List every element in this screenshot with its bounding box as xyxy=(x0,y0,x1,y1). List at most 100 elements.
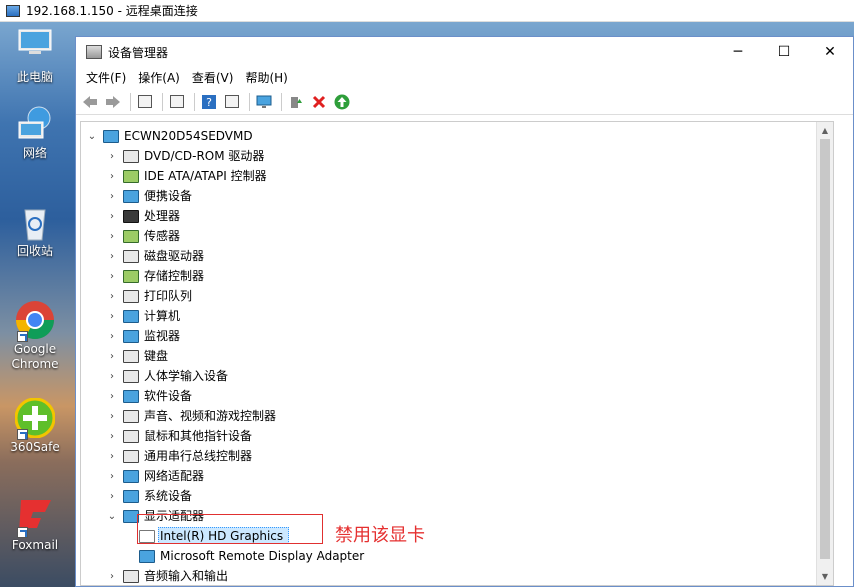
chevron-right-icon[interactable]: › xyxy=(107,311,117,322)
sensor-icon xyxy=(123,229,139,243)
menu-view[interactable]: 查看(V) xyxy=(186,67,240,89)
scroll-up-icon[interactable]: ▲ xyxy=(817,122,833,139)
desktop-icon-360safe[interactable]: 360Safe xyxy=(6,397,64,455)
audio-icon xyxy=(123,569,139,583)
back-button[interactable] xyxy=(80,92,100,112)
help-icon: ? xyxy=(202,94,216,109)
window-title-bar[interactable]: 设备管理器 ─ ☐ ✕ xyxy=(76,37,853,67)
tree-item-processors[interactable]: › 处理器 xyxy=(107,206,180,226)
tree-item-mice[interactable]: › 鼠标和其他指针设备 xyxy=(107,426,252,446)
tree-root-label: ECWN20D54SEDVMD xyxy=(124,129,253,143)
close-button[interactable]: ✕ xyxy=(807,37,853,67)
forward-button[interactable] xyxy=(103,92,123,112)
arrow-left-icon xyxy=(83,95,97,108)
chevron-right-icon[interactable]: › xyxy=(107,411,117,422)
chevron-right-icon[interactable]: › xyxy=(107,171,117,182)
toolbar-separator xyxy=(249,92,250,111)
tree-item-microsoft-remote-display-adapter[interactable]: Microsoft Remote Display Adapter xyxy=(139,546,364,566)
tree-item-network-adapters[interactable]: › 网络适配器 xyxy=(107,466,204,486)
chevron-right-icon[interactable]: › xyxy=(107,391,117,402)
tree-item-audio-inputs-outputs[interactable]: › 音频输入和输出 xyxy=(107,566,228,585)
shortcut-arrow-icon xyxy=(17,331,28,342)
chevron-right-icon[interactable]: › xyxy=(107,291,117,302)
scrollbar-thumb[interactable] xyxy=(820,139,830,559)
tree-item-sensors[interactable]: › 传感器 xyxy=(107,226,180,246)
tree-item-disk-drives[interactable]: › 磁盘驱动器 xyxy=(107,246,204,266)
scan-hardware-button[interactable] xyxy=(254,92,274,112)
tree-item-label: 软件设备 xyxy=(144,389,193,403)
chevron-right-icon[interactable]: › xyxy=(107,431,117,442)
chevron-right-icon[interactable]: › xyxy=(107,271,117,282)
enable-device-button[interactable] xyxy=(332,92,352,112)
window-title: 设备管理器 xyxy=(108,45,169,60)
tree-item-label: 鼠标和其他指针设备 xyxy=(144,429,253,443)
desktop-icon-label: Foxmail xyxy=(11,538,59,552)
minimize-button[interactable]: ─ xyxy=(715,37,761,67)
tree-item-print-queues[interactable]: › 打印队列 xyxy=(107,286,192,306)
chevron-right-icon[interactable]: › xyxy=(107,151,117,162)
chevron-right-icon[interactable]: › xyxy=(107,491,117,502)
show-hide-action-pane-button[interactable] xyxy=(222,92,242,112)
menu-help[interactable]: 帮助(H) xyxy=(239,67,293,89)
tree-item-dvd-cdrom[interactable]: › DVD/CD-ROM 驱动器 xyxy=(107,146,264,166)
tree-item-label: DVD/CD-ROM 驱动器 xyxy=(144,149,265,163)
chevron-right-icon[interactable]: › xyxy=(107,331,117,342)
tree-item-label: 传感器 xyxy=(144,229,181,243)
computer-icon xyxy=(103,129,119,143)
tree-item-hid[interactable]: › 人体学输入设备 xyxy=(107,366,228,386)
chevron-right-icon[interactable]: › xyxy=(107,451,117,462)
update-driver-button[interactable] xyxy=(286,92,306,112)
desktop-icon-google-chrome[interactable]: Google Chrome xyxy=(6,300,64,372)
tree-item-monitors[interactable]: › 监视器 xyxy=(107,326,180,346)
chevron-down-icon[interactable]: ⌄ xyxy=(107,511,117,522)
menu-action[interactable]: 操作(A) xyxy=(132,67,186,89)
show-hide-console-tree-button[interactable] xyxy=(135,92,155,112)
tree-item-storage-controllers[interactable]: › 存储控制器 xyxy=(107,266,204,286)
recycle-bin-icon xyxy=(15,202,55,242)
disk-drive-icon xyxy=(123,249,139,263)
desktop-icon-label: 360Safe xyxy=(10,440,60,454)
tree-item-label: 打印队列 xyxy=(144,289,193,303)
shortcut-arrow-icon xyxy=(17,527,28,538)
chevron-right-icon[interactable]: › xyxy=(107,471,117,482)
chevron-right-icon[interactable]: › xyxy=(107,571,117,582)
tree-item-label: 系统设备 xyxy=(144,489,193,503)
chevron-right-icon[interactable]: › xyxy=(107,211,117,222)
tree-item-label: 磁盘驱动器 xyxy=(144,249,205,263)
desktop-icon-network[interactable]: 网络 xyxy=(6,104,64,161)
tree-item-sound-video-game[interactable]: › 声音、视频和游戏控制器 xyxy=(107,406,276,426)
vertical-scrollbar[interactable]: ▲ ▼ xyxy=(816,122,833,585)
tree-item-label: 人体学输入设备 xyxy=(144,369,229,383)
desktop-icon-this-pc[interactable]: 此电脑 xyxy=(6,28,64,85)
red-highlight-box xyxy=(137,514,323,544)
menu-file[interactable]: 文件(F) xyxy=(80,67,132,89)
properties-button[interactable] xyxy=(167,92,187,112)
chevron-right-icon[interactable]: › xyxy=(107,251,117,262)
tree-root[interactable]: ⌄ ECWN20D54SEDVMD xyxy=(87,126,253,146)
tree-item-system-devices[interactable]: › 系统设备 xyxy=(107,486,192,506)
tree-item-computer[interactable]: › 计算机 xyxy=(107,306,180,326)
tree-item-ide-ata-atapi[interactable]: › IDE ATA/ATAPI 控制器 xyxy=(107,166,267,186)
uninstall-device-button[interactable] xyxy=(309,92,329,112)
maximize-button[interactable]: ☐ xyxy=(761,37,807,67)
tree-item-keyboards[interactable]: › 键盘 xyxy=(107,346,168,366)
chevron-right-icon[interactable]: › xyxy=(107,191,117,202)
tree-item-usb-controllers[interactable]: › 通用串行总线控制器 xyxy=(107,446,252,466)
tree-item-software-devices[interactable]: › 软件设备 xyxy=(107,386,192,406)
remote-desktop-icon xyxy=(6,4,20,17)
network-adapter-icon xyxy=(123,469,139,483)
desktop-icon-label: 回收站 xyxy=(16,244,53,258)
scroll-down-icon[interactable]: ▼ xyxy=(817,568,833,585)
chevron-right-icon[interactable]: › xyxy=(107,351,117,362)
chevron-down-icon[interactable]: ⌄ xyxy=(87,131,97,142)
tree-item-label: 键盘 xyxy=(144,349,169,363)
desktop-icon-foxmail[interactable]: Foxmail xyxy=(6,496,64,553)
toolbar-separator xyxy=(130,92,131,111)
tree-item-portable-devices[interactable]: › 便携设备 xyxy=(107,186,192,206)
help-button[interactable]: ? xyxy=(199,92,219,112)
desktop-icon-recycle-bin[interactable]: 回收站 xyxy=(6,202,64,259)
red-x-icon xyxy=(312,95,326,108)
chevron-right-icon[interactable]: › xyxy=(107,231,117,242)
chevron-right-icon[interactable]: › xyxy=(107,371,117,382)
desktop-icon-label: Google Chrome xyxy=(11,342,59,371)
